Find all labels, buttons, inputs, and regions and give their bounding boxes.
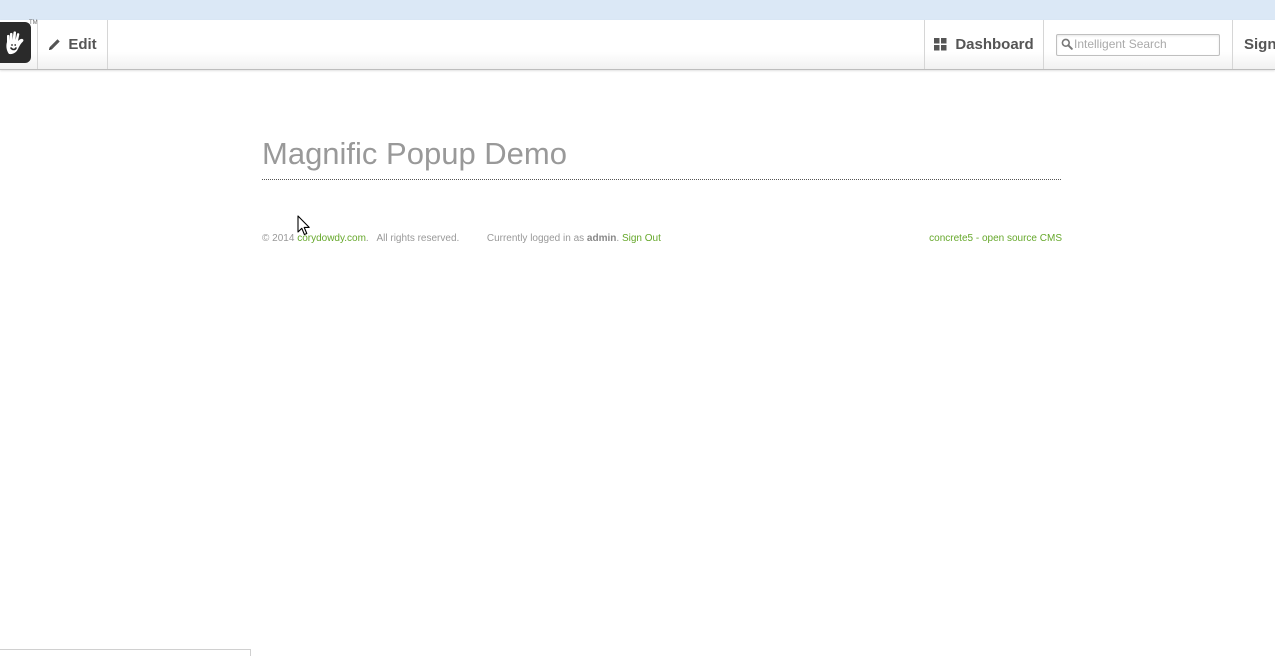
toolbar-divider bbox=[107, 20, 108, 69]
sign-out-toolbar-button[interactable]: Sign bbox=[1244, 20, 1275, 69]
page-title: Magnific Popup Demo bbox=[262, 136, 1061, 180]
pencil-icon bbox=[49, 39, 61, 50]
rights-text: . All rights reserved. bbox=[365, 233, 460, 244]
toolbar-divider bbox=[1232, 20, 1233, 69]
dashboard-grid-icon bbox=[934, 38, 947, 51]
concrete5-cms-link[interactable]: concrete5 - open source CMS bbox=[929, 233, 1062, 244]
logged-in-text: Currently logged in as bbox=[486, 233, 585, 244]
sign-out-link[interactable]: Sign Out bbox=[622, 233, 661, 244]
toolbar-divider bbox=[1043, 20, 1044, 69]
dashboard-button[interactable]: Dashboard bbox=[925, 20, 1043, 69]
footer-right: concrete5 - open source CMS bbox=[929, 233, 1062, 245]
concrete5-logo[interactable] bbox=[0, 22, 31, 63]
search-icon bbox=[1061, 38, 1073, 50]
edit-button[interactable]: Edit bbox=[38, 20, 107, 69]
username: admin bbox=[586, 233, 617, 244]
mouse-cursor-icon bbox=[297, 215, 310, 236]
page-footer: © 2014 corydowdy.com. All rights reserve… bbox=[262, 233, 1062, 247]
hand-logo-icon bbox=[5, 30, 23, 54]
search-input[interactable] bbox=[1074, 36, 1214, 52]
edit-label: Edit bbox=[68, 36, 97, 53]
cms-toolbar: TM Edit Dashboard Sign bbox=[0, 20, 1275, 70]
copyright-text: © 2014 bbox=[262, 233, 295, 244]
dashboard-label: Dashboard bbox=[955, 36, 1034, 53]
separator-dot: . bbox=[616, 233, 620, 244]
browser-top-strip bbox=[0, 0, 1275, 21]
footer-left: © 2014 corydowdy.com. All rights reserve… bbox=[262, 233, 661, 245]
intelligent-search-box bbox=[1056, 34, 1220, 56]
